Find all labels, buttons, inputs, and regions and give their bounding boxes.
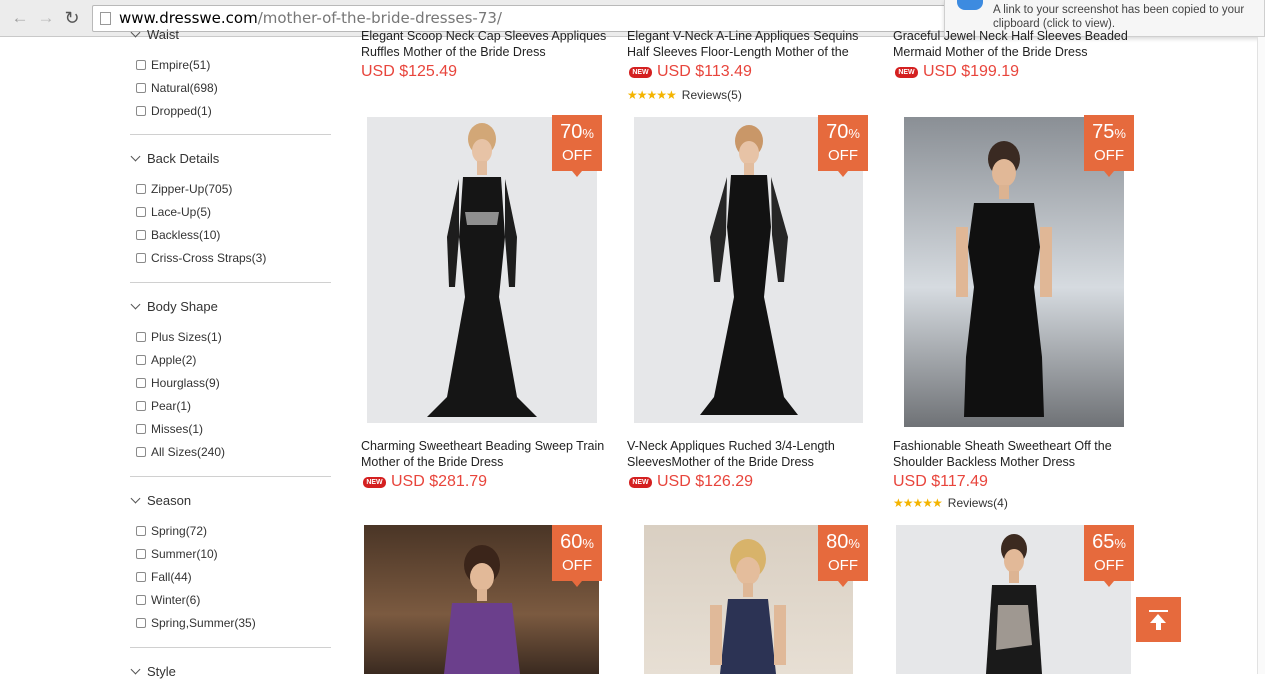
filter-backless[interactable]: Backless(10) xyxy=(136,228,220,242)
section-title-season[interactable]: Season xyxy=(130,493,191,508)
section-title-body-shape[interactable]: Body Shape xyxy=(130,299,218,314)
checkbox[interactable] xyxy=(136,549,146,559)
filter-zipper-up[interactable]: Zipper-Up(705) xyxy=(136,182,232,196)
product-price: USD $117.49 xyxy=(893,473,988,490)
discount-badge: 80% OFF xyxy=(818,525,868,587)
chevron-down-icon xyxy=(130,27,141,38)
checkbox[interactable] xyxy=(136,447,146,457)
checkbox[interactable] xyxy=(136,526,146,536)
product-price: NEW USD $113.49 xyxy=(629,63,752,81)
chevron-down-icon xyxy=(130,299,141,310)
arrow-up-icon xyxy=(1149,610,1168,612)
chevron-down-icon xyxy=(130,664,141,675)
checkbox[interactable] xyxy=(136,572,146,582)
checkbox[interactable] xyxy=(136,332,146,342)
checkbox[interactable] xyxy=(136,618,146,628)
back-to-top-button[interactable] xyxy=(1136,597,1181,642)
section-title-back-details[interactable]: Back Details xyxy=(130,151,219,166)
product-name[interactable]: Elegant V-Neck A-Line Appliques Sequins H… xyxy=(627,28,877,60)
filter-hourglass[interactable]: Hourglass(9) xyxy=(136,376,220,390)
new-badge: NEW xyxy=(629,477,652,488)
back-arrow-icon[interactable]: ← xyxy=(10,8,30,28)
filter-criss-cross-straps[interactable]: Criss-Cross Straps(3) xyxy=(136,251,266,265)
product-name[interactable]: V-Neck Appliques Ruched 3/4-Length Sleeve… xyxy=(627,438,877,470)
filter-apple[interactable]: Apple(2) xyxy=(136,353,196,367)
notification-text: A link to your screenshot has been copie… xyxy=(993,4,1245,30)
filter-spring[interactable]: Spring(72) xyxy=(136,524,207,538)
checkbox[interactable] xyxy=(136,60,146,70)
chevron-down-icon xyxy=(130,493,141,504)
star-rating-icon: ★★★★★ xyxy=(627,88,677,102)
checkbox[interactable] xyxy=(136,424,146,434)
filter-spring-summer[interactable]: Spring,Summer(35) xyxy=(136,616,256,630)
product-name[interactable]: Fashionable Sheath Sweetheart Off the Sho… xyxy=(893,438,1143,470)
checkbox[interactable] xyxy=(136,253,146,263)
new-badge: NEW xyxy=(629,67,652,78)
discount-badge: 70% OFF xyxy=(818,115,868,177)
discount-badge: 65% OFF xyxy=(1084,525,1134,587)
discount-badge: 60% OFF xyxy=(552,525,602,587)
checkbox[interactable] xyxy=(136,83,146,93)
product-price: NEW USD $281.79 xyxy=(363,473,487,491)
filter-fall[interactable]: Fall(44) xyxy=(136,570,192,584)
divider xyxy=(130,647,331,648)
filter-summer[interactable]: Summer(10) xyxy=(136,547,218,561)
product-name[interactable]: Graceful Jewel Neck Half Sleeves Beaded M… xyxy=(893,28,1143,60)
product-name[interactable]: Elegant Scoop Neck Cap Sleeves Appliques… xyxy=(361,28,611,60)
product-name[interactable]: Charming Sweetheart Beading Sweep Train M… xyxy=(361,438,611,470)
product-reviews[interactable]: ★★★★★ Reviews(4) xyxy=(893,496,1008,510)
section-title-waist[interactable]: Waist xyxy=(130,27,179,42)
product-price: NEW USD $126.29 xyxy=(629,473,753,491)
checkbox[interactable] xyxy=(136,106,146,116)
filter-winter[interactable]: Winter(6) xyxy=(136,593,200,607)
filter-natural[interactable]: Natural(698) xyxy=(136,81,218,95)
new-badge: NEW xyxy=(363,477,386,488)
product-price: NEW USD $199.19 xyxy=(895,63,1019,81)
star-rating-icon: ★★★★★ xyxy=(893,496,943,510)
checkbox[interactable] xyxy=(136,401,146,411)
section-title-style[interactable]: Style xyxy=(130,664,176,679)
product-reviews[interactable]: ★★★★★ Reviews(5) xyxy=(627,88,742,102)
filter-empire[interactable]: Empire(51) xyxy=(136,58,210,72)
product-price: USD $125.49 xyxy=(361,63,458,80)
chevron-down-icon xyxy=(130,151,141,162)
filter-pear[interactable]: Pear(1) xyxy=(136,399,191,413)
checkbox[interactable] xyxy=(136,184,146,194)
filter-all-sizes[interactable]: All Sizes(240) xyxy=(136,445,225,459)
filter-plus-sizes[interactable]: Plus Sizes(1) xyxy=(136,330,222,344)
discount-badge: 75% OFF xyxy=(1084,115,1134,177)
checkbox[interactable] xyxy=(136,207,146,217)
checkbox[interactable] xyxy=(136,595,146,605)
divider xyxy=(130,134,331,135)
discount-badge: 70% OFF xyxy=(552,115,602,177)
dropbox-icon xyxy=(957,0,983,10)
page-icon xyxy=(100,12,111,25)
filter-dropped[interactable]: Dropped(1) xyxy=(136,104,212,118)
filter-misses[interactable]: Misses(1) xyxy=(136,422,203,436)
divider xyxy=(130,476,331,477)
new-badge: NEW xyxy=(895,67,918,78)
filter-lace-up[interactable]: Lace-Up(5) xyxy=(136,205,211,219)
checkbox[interactable] xyxy=(136,378,146,388)
url-path: /mother-of-the-bride-dresses-73/ xyxy=(257,9,502,27)
scrollbar[interactable] xyxy=(1257,37,1265,674)
divider xyxy=(130,282,331,283)
reload-icon[interactable]: ↻ xyxy=(62,8,82,28)
url-host: www.dresswe.com xyxy=(119,9,258,27)
checkbox[interactable] xyxy=(136,355,146,365)
forward-arrow-icon[interactable]: → xyxy=(36,8,56,28)
checkbox[interactable] xyxy=(136,230,146,240)
